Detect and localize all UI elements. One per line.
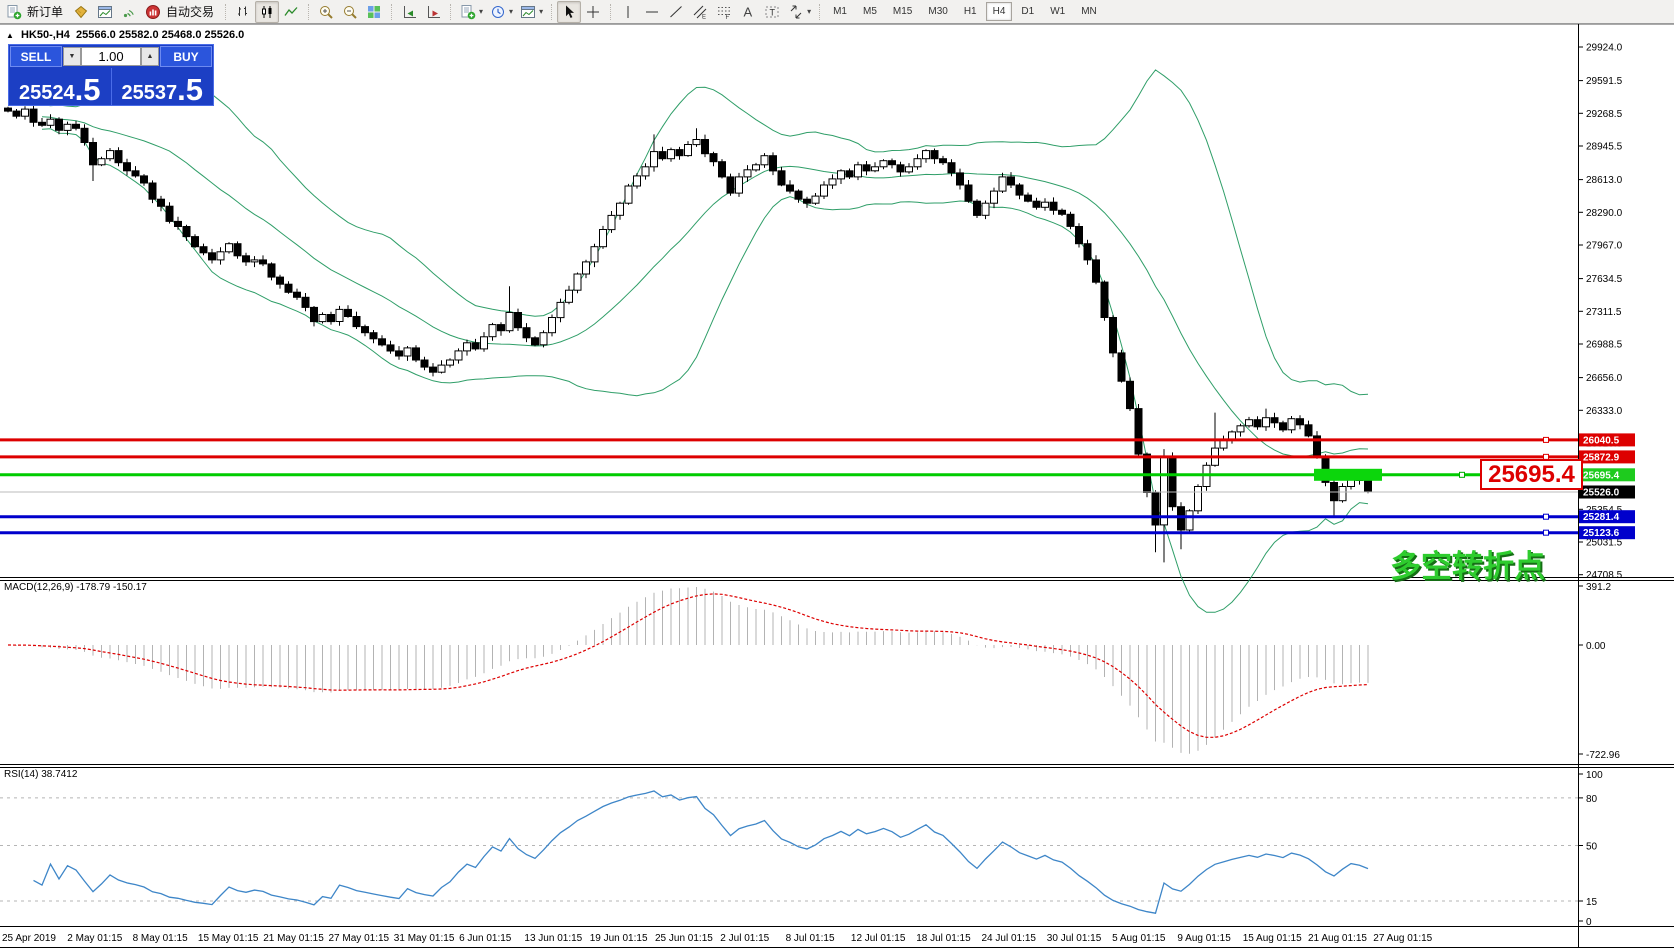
- macd-tick-label: 0.00: [1586, 641, 1606, 652]
- price-axis[interactable]: 29924.0 29591.5 29268.5 28945.5 28613.0 28290…: [1578, 43, 1635, 929]
- price-badge-label: 25281.4: [1583, 512, 1620, 523]
- rsi-tick-label: 80: [1586, 794, 1598, 805]
- time-tick-label: 6 Jun 01:15: [459, 933, 512, 944]
- time-tick-label: 13 Jun 01:15: [524, 933, 582, 944]
- time-tick-label: 8 May 01:15: [133, 933, 188, 944]
- rsi-tick-label: 15: [1586, 897, 1598, 908]
- time-tick-label: 25 Jun 01:15: [655, 933, 713, 944]
- bid-price-frac: .5: [75, 77, 101, 103]
- price-badge-label: 26040.5: [1583, 435, 1620, 446]
- time-tick-label: 18 Jul 01:15: [916, 933, 971, 944]
- candlesticks: [5, 106, 1372, 563]
- time-axis[interactable]: 25 Apr 2019 2 May 01:15 8 May 01:15 15 May …: [2, 933, 1433, 944]
- time-tick-label: 24 Jul 01:15: [982, 933, 1037, 944]
- symbol-period-label: HK50-,H4: [21, 29, 70, 41]
- ask-price-main: 25537: [122, 83, 178, 103]
- price-tick-label: 26333.0: [1586, 406, 1623, 417]
- time-tick-label: 5 Aug 01:15: [1112, 933, 1166, 944]
- turning-point-annotation[interactable]: 多空转折点: [1390, 541, 1545, 586]
- rsi-line: [34, 791, 1369, 913]
- price-tick-label: 29591.5: [1586, 76, 1623, 87]
- price-tick-label: 28290.0: [1586, 208, 1623, 219]
- price-badge-label: 25695.4: [1583, 470, 1620, 481]
- sell-button[interactable]: SELL: [10, 46, 62, 67]
- collapse-icon[interactable]: ▲: [6, 31, 14, 40]
- ohlc-close: 25526.0: [205, 29, 245, 41]
- chart-canvas[interactable]: 29924.0 29591.5 29268.5 28945.5 28613.0 28290…: [0, 24, 1674, 949]
- time-tick-label: 21 Aug 01:15: [1308, 933, 1367, 944]
- time-tick-label: 27 May 01:15: [329, 933, 390, 944]
- price-tick-label: 24708.5: [1586, 570, 1623, 581]
- panel-borders: [0, 24, 1674, 948]
- macd-label: MACD(12,26,9) -178.79 -150.17: [4, 582, 147, 593]
- price-badge-label: 25526.0: [1583, 488, 1620, 499]
- time-tick-label: 12 Jul 01:15: [851, 933, 906, 944]
- time-tick-label: 8 Jul 01:15: [786, 933, 835, 944]
- time-tick-label: 2 May 01:15: [67, 933, 122, 944]
- ask-price-frac: .5: [177, 77, 203, 103]
- volume-decrease-button[interactable]: ▼: [63, 47, 81, 66]
- bid-price-main: 25524: [19, 83, 75, 103]
- price-tick-label: 29268.5: [1586, 109, 1623, 120]
- price-tick-label: 26988.5: [1586, 340, 1623, 351]
- ohlc-high: 25582.0: [119, 29, 159, 41]
- time-tick-label: 15 May 01:15: [198, 933, 259, 944]
- volume-input[interactable]: 1.00: [81, 47, 141, 66]
- line-anchor[interactable]: [1460, 472, 1465, 477]
- time-tick-label: 25 Apr 2019: [2, 933, 56, 944]
- line-anchor[interactable]: [1544, 437, 1549, 442]
- line-anchor[interactable]: [1544, 514, 1549, 519]
- price-callout-box[interactable]: 25695.4: [1480, 459, 1583, 490]
- time-tick-label: 21 May 01:15: [263, 933, 324, 944]
- price-tick-label: 26656.0: [1586, 373, 1623, 384]
- time-tick-label: 9 Aug 01:15: [1177, 933, 1231, 944]
- one-click-trading-panel: SELL ▼ 1.00 ▲ BUY 25524 .5 25537 .5: [8, 44, 214, 106]
- macd-tick-label: -722.96: [1586, 750, 1620, 761]
- time-tick-label: 19 Jun 01:15: [590, 933, 648, 944]
- ohlc-low: 25468.0: [162, 29, 202, 41]
- time-tick-label: 31 May 01:15: [394, 933, 455, 944]
- mt4-terminal: { "toolbar": { "groups": [ [ {"name":"ne…: [0, 0, 1674, 949]
- rsi-tick-label: 100: [1586, 770, 1603, 781]
- price-tick-label: 28613.0: [1586, 175, 1623, 186]
- price-tick-label: 27311.5: [1586, 307, 1622, 318]
- macd-indicator: [8, 587, 1368, 754]
- line-anchor[interactable]: [1544, 530, 1549, 535]
- price-badge-label: 25123.6: [1583, 528, 1620, 539]
- ask-price[interactable]: 25537 .5: [111, 68, 214, 105]
- price-tick-label: 29924.0: [1586, 43, 1623, 54]
- bid-price[interactable]: 25524 .5: [9, 68, 111, 105]
- rsi-tick-label: 0: [1586, 917, 1592, 928]
- price-badge-label: 25872.9: [1583, 452, 1620, 463]
- price-tick-label: 28945.5: [1586, 142, 1623, 153]
- rsi-indicator: [0, 791, 1578, 913]
- volume-increase-button[interactable]: ▲: [141, 47, 159, 66]
- price-tick-label: 27634.5: [1586, 274, 1623, 285]
- price-tick-label: 27967.0: [1586, 241, 1623, 252]
- time-tick-label: 30 Jul 01:15: [1047, 933, 1102, 944]
- time-tick-label: 27 Aug 01:15: [1373, 933, 1432, 944]
- buy-button[interactable]: BUY: [160, 46, 212, 67]
- chart-symbol-header: ▲ HK50-,H4 25566.0 25582.0 25468.0 25526…: [6, 29, 244, 41]
- macd-tick-label: 391.2: [1586, 582, 1611, 593]
- ohlc-open: 25566.0: [76, 29, 116, 41]
- rsi-label: RSI(14) 38.7412: [4, 769, 77, 780]
- rsi-tick-label: 50: [1586, 842, 1598, 853]
- highlight-zone[interactable]: [1314, 469, 1382, 481]
- time-tick-label: 15 Aug 01:15: [1243, 933, 1302, 944]
- time-tick-label: 2 Jul 01:15: [720, 933, 769, 944]
